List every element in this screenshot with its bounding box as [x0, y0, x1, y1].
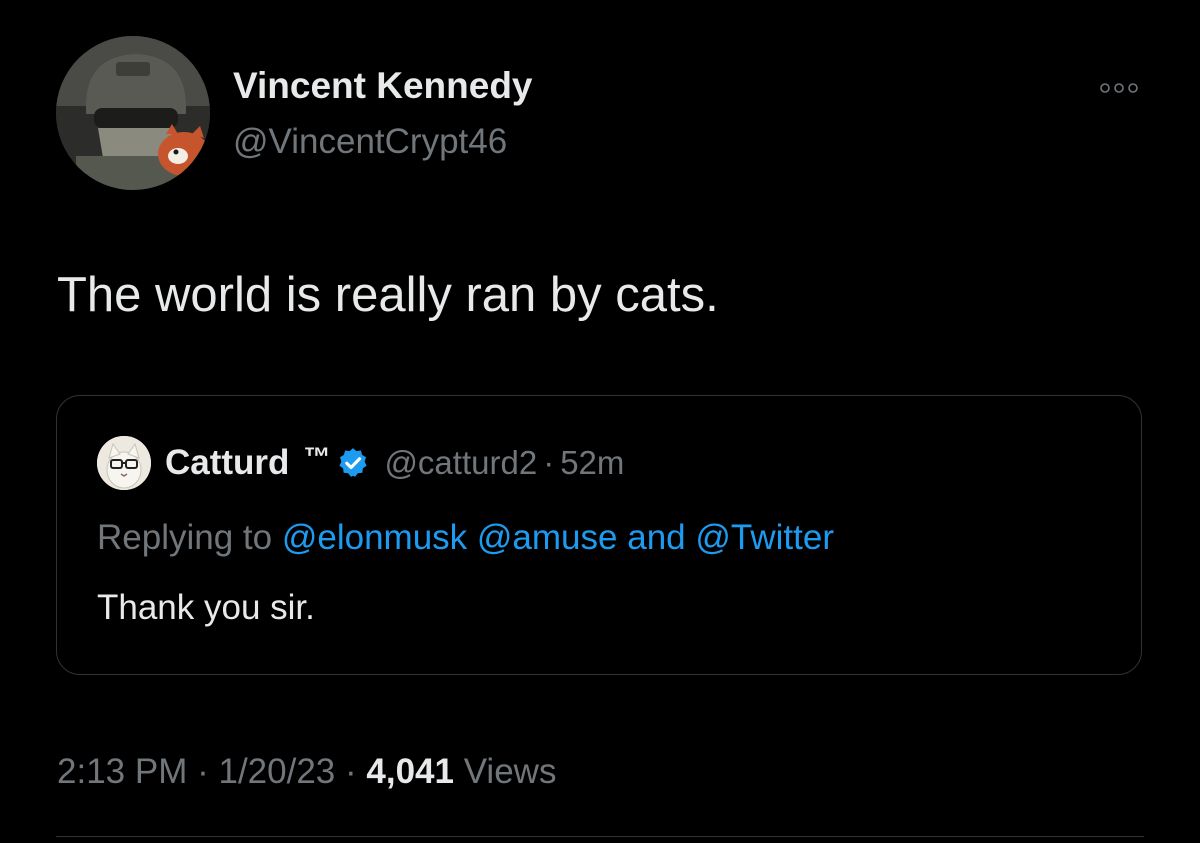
replying-to-label: Replying to [97, 518, 273, 557]
author-handle[interactable]: @VincentCrypt46 [233, 118, 507, 166]
quoted-author-avatar[interactable] [97, 436, 151, 490]
views-label: Views [463, 752, 557, 791]
tweet-text: The world is really ran by cats. [57, 268, 719, 322]
quoted-author-name[interactable]: Catturd [165, 443, 289, 483]
meta-dot: · [197, 752, 209, 791]
divider [56, 836, 1144, 837]
avatar-image [56, 36, 210, 190]
tweet-time[interactable]: 2:13 PM [57, 752, 187, 791]
more-options-button[interactable] [1098, 78, 1140, 98]
quoted-tweet-header: Catturd ™ @catturd2 · 52m [165, 438, 624, 488]
trademark-symbol: ™ [303, 441, 331, 472]
tweet-date[interactable]: 1/20/23 [218, 752, 335, 791]
verified-badge-icon [339, 448, 368, 477]
cat-avatar-image [97, 436, 151, 490]
tweet-meta: 2:13 PM · 1/20/23 · 4,041 Views [57, 747, 556, 797]
mention-elonmusk[interactable]: @elonmusk [282, 518, 467, 557]
quoted-tweet-text: Thank you sir. [97, 588, 315, 627]
mention-twitter[interactable]: @Twitter [695, 518, 834, 557]
quoted-tweet-time[interactable]: 52m [560, 444, 624, 482]
replying-to-line: Replying to @elonmusk @amuse and @Twitte… [97, 514, 834, 562]
separator-dot: · [543, 444, 555, 481]
mention-amuse[interactable]: @amuse [477, 518, 618, 557]
and-word: and [627, 518, 686, 557]
meta-dot: · [345, 752, 357, 791]
quoted-tweet-card[interactable]: Catturd ™ @catturd2 · 52m Replying to @e… [56, 395, 1142, 675]
views-count[interactable]: 4,041 [366, 752, 454, 791]
quoted-author-handle[interactable]: @catturd2 [384, 444, 537, 482]
author-display-name[interactable]: Vincent Kennedy [233, 62, 533, 110]
more-horizontal-icon [1100, 83, 1138, 93]
author-avatar[interactable] [56, 36, 210, 190]
